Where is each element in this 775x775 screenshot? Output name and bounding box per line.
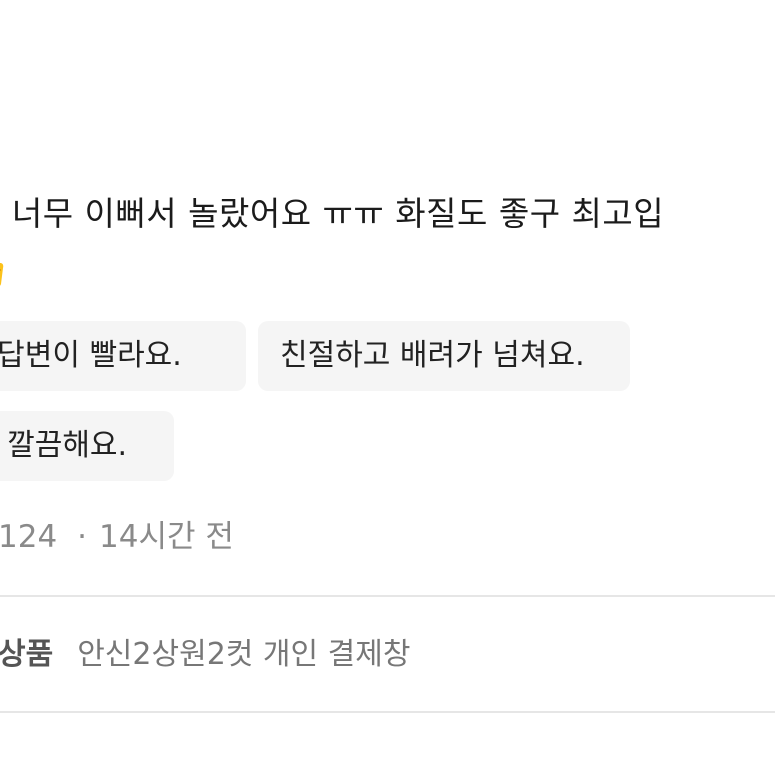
- tag-chip-fast-reply: 톡 답변이 빨라요.: [0, 321, 246, 391]
- review-text: 짜 너무 이뻐서 놀랐어요 ㅠㅠ 화질도 좋구 최고입: [0, 186, 775, 298]
- review-line-1: 짜 너무 이뻐서 놀랐어요 ㅠㅠ 화질도 좋구 최고입: [0, 194, 665, 233]
- divider: [0, 595, 775, 597]
- tag-chip-label: 친절하고 배려가 넘쳐요.: [280, 338, 585, 373]
- review-time: 14시간 전: [99, 519, 234, 555]
- tag-chip-clean: 이 깔끔해요.: [0, 411, 174, 481]
- review-meta: 124 · 14시간 전: [0, 514, 234, 560]
- tag-chip-label: 톡 답변이 빨라요.: [0, 338, 182, 373]
- divider: [0, 711, 775, 713]
- product-name[interactable]: 안신2상원2컷 개인 결제창: [77, 637, 410, 672]
- tag-chip-label: 이 깔끔해요.: [0, 428, 128, 463]
- meta-separator: ·: [77, 519, 88, 555]
- tag-chip-kind: 친절하고 배려가 넘쳐요.: [258, 321, 630, 391]
- thumbs-up-icon: [0, 263, 4, 286]
- like-count: 124: [0, 519, 58, 555]
- review-line-2: [0, 242, 775, 298]
- product-label: 상품: [0, 637, 54, 672]
- product-info[interactable]: 상품 안신2상원2컷 개인 결제창: [0, 632, 410, 678]
